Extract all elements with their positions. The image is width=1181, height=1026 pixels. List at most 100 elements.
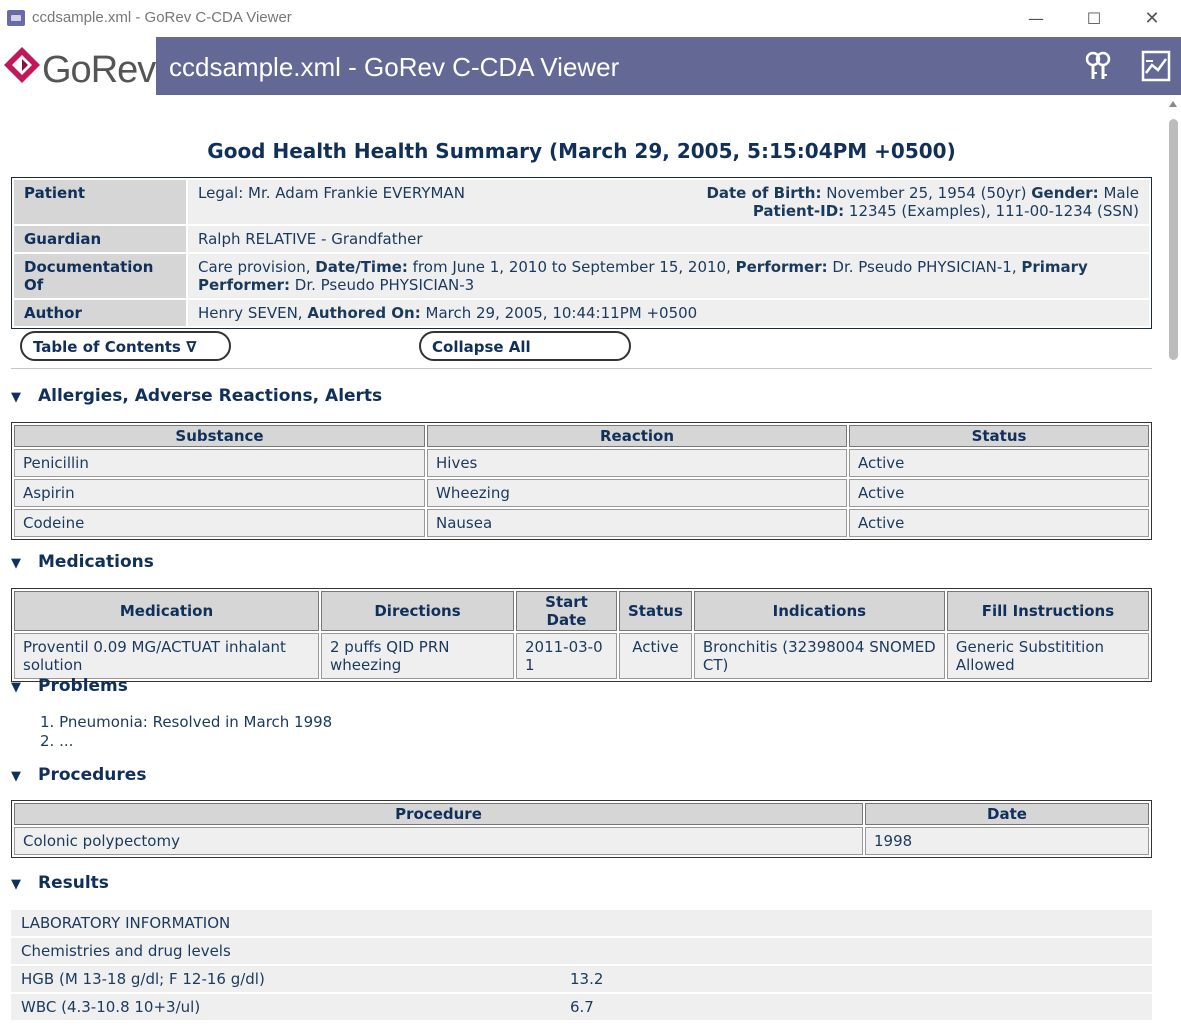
- table-row: LABORATORY INFORMATION: [11, 910, 1152, 936]
- cell: Active: [849, 509, 1149, 537]
- col-reaction: Reaction: [427, 425, 847, 447]
- cell: Generic Substitition Allowed: [946, 633, 1149, 679]
- section-results-header[interactable]: ▼ Results: [11, 873, 109, 893]
- close-button[interactable]: ✕: [1123, 0, 1181, 37]
- dob-label: Date of Birth:: [706, 184, 822, 202]
- cell: HGB (M 13-18 g/dl; F 12-16 g/dl): [11, 966, 560, 992]
- col-fill-instructions: Fill Instructions: [946, 591, 1149, 631]
- scrollbar-thumb[interactable]: [1169, 119, 1178, 360]
- authored-on-value: March 29, 2005, 10:44:11PM +0500: [420, 304, 698, 322]
- section-medications-header[interactable]: ▼ Medications: [11, 552, 154, 572]
- minimize-button[interactable]: —: [1007, 0, 1065, 37]
- cell: Penicillin: [14, 449, 425, 477]
- divider: [11, 368, 1152, 369]
- gender-label: Gender:: [1031, 184, 1099, 202]
- collapse-triangle-icon: ▼: [11, 390, 21, 405]
- maximize-button[interactable]: ☐: [1065, 0, 1123, 37]
- table-row: Chemistries and drug levels: [11, 938, 1152, 964]
- cell: Bronchitis (32398004 SNOMED CT): [693, 633, 945, 679]
- cell: Active: [619, 633, 692, 679]
- authored-on-label: Authored On:: [307, 304, 421, 322]
- collapse-triangle-icon: ▼: [11, 556, 21, 571]
- guardian-label: Guardian: [14, 226, 186, 252]
- col-indications: Indications: [693, 591, 945, 631]
- document-view: Good Health Health Summary (March 29, 20…: [11, 95, 1152, 1026]
- col-status: Status: [619, 591, 692, 631]
- document-header-table: Patient Date of Birth: November 25, 1954…: [11, 177, 1152, 329]
- scroll-up-arrow-icon[interactable]: [1169, 101, 1177, 107]
- documentation-of-label: Documentation Of: [14, 254, 186, 298]
- section-medications-title: Medications: [38, 552, 154, 572]
- logo-text: GoRev: [42, 49, 156, 91]
- cell: 6.7: [560, 994, 1152, 1020]
- cell: Active: [849, 449, 1149, 477]
- cell: Hives: [427, 449, 847, 477]
- docof-datetime-label: Date/Time:: [315, 258, 408, 276]
- table-of-contents-button[interactable]: Table of Contents ∇: [20, 331, 231, 361]
- cell: 1998: [865, 827, 1149, 855]
- results-table: LABORATORY INFORMATION Chemistries and d…: [11, 908, 1152, 1022]
- section-problems-title: Problems: [38, 676, 128, 696]
- docof-performer-value: Dr. Pseudo PHYSICIAN-1,: [827, 258, 1022, 276]
- section-allergies-header[interactable]: ▼ Allergies, Adverse Reactions, Alerts: [11, 386, 382, 406]
- cell: Active: [849, 479, 1149, 507]
- docof-primary-value: Dr. Pseudo PHYSICIAN-3: [290, 276, 475, 294]
- collapse-all-button[interactable]: Collapse All: [419, 331, 631, 361]
- col-status: Status: [849, 425, 1149, 447]
- section-procedures-header[interactable]: ▼ Procedures: [11, 765, 146, 785]
- vertical-scrollbar[interactable]: [1166, 95, 1181, 1026]
- collapse-triangle-icon: ▼: [11, 877, 21, 892]
- collapse-triangle-icon: ▼: [11, 769, 21, 784]
- documentation-of-value: Care provision, Date/Time: from June 1, …: [188, 254, 1149, 298]
- author-value: Henry SEVEN, Authored On: March 29, 2005…: [188, 300, 1149, 326]
- guardian-row: Guardian Ralph RELATIVE - Grandfather: [14, 226, 1149, 252]
- patient-name-prefix: Legal:: [198, 184, 249, 202]
- gorev-logo: GoRev: [0, 37, 156, 95]
- table-row: HGB (M 13-18 g/dl; F 12-16 g/dl) 13.2: [11, 966, 1152, 992]
- table-row: Proventil 0.09 MG/ACTUAT inhalant soluti…: [14, 633, 1149, 679]
- allergies-header-row: Substance Reaction Status: [14, 425, 1149, 447]
- window-title: ccdsample.xml - GoRev C-CDA Viewer: [32, 9, 292, 26]
- patient-label: Patient: [14, 180, 186, 224]
- cell: Wheezing: [427, 479, 847, 507]
- chart-report-icon[interactable]: [1139, 49, 1173, 83]
- procedures-table: Procedure Date Colonic polypectomy 1998: [11, 800, 1152, 858]
- document-title: Good Health Health Summary (March 29, 20…: [207, 139, 956, 163]
- cell: Codeine: [14, 509, 425, 537]
- section-procedures-title: Procedures: [38, 765, 147, 785]
- col-date: Date: [865, 803, 1149, 825]
- section-results-title: Results: [38, 873, 109, 893]
- medications-table: Medication Directions Start Date Status …: [11, 588, 1152, 682]
- cell: Proventil 0.09 MG/ACTUAT inhalant soluti…: [14, 633, 319, 679]
- cell: Colonic polypectomy: [14, 827, 863, 855]
- docof-performer-label: Performer:: [735, 258, 828, 276]
- gender-value: Male: [1098, 184, 1139, 202]
- patient-demographics: Date of Birth: November 25, 1954 (50yr) …: [706, 184, 1139, 220]
- gorev-logo-mark-icon: [4, 47, 40, 83]
- window-titlebar: ccdsample.xml - GoRev C-CDA Viewer — ☐ ✕: [0, 0, 1181, 37]
- section-problems-header[interactable]: ▼ Problems: [11, 676, 128, 696]
- table-row: Codeine Nausea Active: [14, 509, 1149, 537]
- guardian-value: Ralph RELATIVE - Grandfather: [188, 226, 1149, 252]
- list-item: 2. ...: [40, 732, 74, 750]
- patient-info: Date of Birth: November 25, 1954 (50yr) …: [188, 180, 1149, 224]
- cell: Aspirin: [14, 479, 425, 507]
- dob-value: November 25, 1954 (50yr): [821, 184, 1032, 202]
- cell: Chemistries and drug levels: [11, 938, 1152, 964]
- app-icon: [7, 10, 25, 26]
- cell: Nausea: [427, 509, 847, 537]
- collapse-triangle-icon: ▼: [11, 680, 21, 695]
- app-banner: ccdsample.xml - GoRev C-CDA Viewer: [156, 37, 1181, 95]
- patient-id-label: Patient-ID:: [752, 202, 845, 220]
- keys-icon[interactable]: [1081, 49, 1115, 83]
- docof-datetime-value: from June 1, 2010 to September 15, 2010,: [407, 258, 736, 276]
- table-row: Aspirin Wheezing Active: [14, 479, 1149, 507]
- patient-name: Mr. Adam Frankie EVERYMAN: [248, 184, 465, 202]
- banner-title: ccdsample.xml - GoRev C-CDA Viewer: [169, 52, 620, 82]
- author-name: Henry SEVEN,: [198, 304, 308, 322]
- col-start-date: Start Date: [516, 591, 617, 631]
- allergies-table: Substance Reaction Status Penicillin Hive…: [11, 422, 1152, 540]
- col-substance: Substance: [14, 425, 425, 447]
- table-row: Penicillin Hives Active: [14, 449, 1149, 477]
- cell: WBC (4.3-10.8 10+3/ul): [11, 994, 560, 1020]
